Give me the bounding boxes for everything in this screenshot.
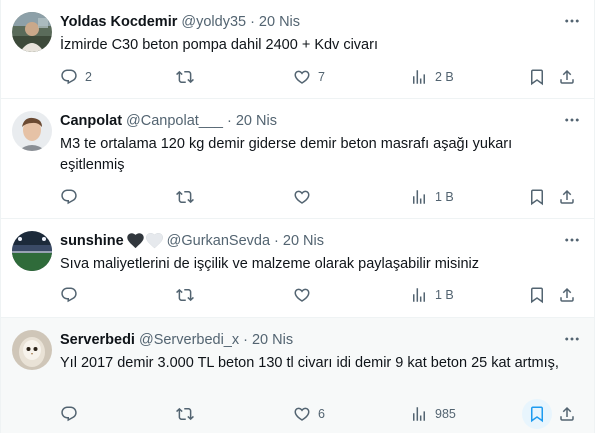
separator-dot: · — [250, 14, 255, 30]
share-icon — [557, 67, 577, 87]
views-icon — [409, 285, 429, 305]
views-button[interactable]: 1 B — [409, 283, 454, 307]
view-count: 985 — [435, 407, 456, 421]
reply-button[interactable] — [59, 185, 85, 209]
like-button[interactable] — [292, 283, 318, 307]
white-heart-icon — [145, 233, 163, 249]
user-handle[interactable]: @Serverbedi_x — [139, 330, 239, 350]
share-icon — [557, 187, 577, 207]
bookmark-icon — [527, 285, 547, 305]
tweet-text: Yıl 2017 demir 3.000 TL beton 130 tl civ… — [60, 355, 559, 371]
like-button[interactable] — [292, 185, 318, 209]
reply-button[interactable] — [59, 283, 85, 307]
like-button[interactable]: 7 — [292, 65, 325, 89]
avatar[interactable] — [12, 111, 52, 151]
tweet-yoldas[interactable]: Yoldas Kocdemir @yoldy35 · 20 Nis İzmird… — [1, 0, 595, 99]
display-name[interactable]: Serverbedi — [60, 330, 135, 350]
display-name[interactable]: Canpolat — [60, 111, 122, 131]
view-count: 2 B — [435, 70, 454, 84]
more-options-icon[interactable] — [561, 229, 583, 251]
user-handle[interactable]: @yoldy35 — [181, 12, 246, 32]
tweet-text: M3 te ortalama 120 kg demir giderse demi… — [60, 136, 513, 173]
black-heart-icon — [126, 233, 144, 249]
views-button[interactable]: 2 B — [409, 65, 454, 89]
tweet-header: Serverbedi @Serverbedi_x · 20 Nis — [60, 330, 293, 350]
share-icon — [557, 404, 577, 424]
share-button[interactable] — [557, 402, 577, 426]
retweet-icon — [175, 404, 195, 424]
timestamp[interactable]: 20 Nis — [236, 111, 277, 131]
timestamp[interactable]: 20 Nis — [252, 330, 293, 350]
reply-icon — [59, 187, 79, 207]
reply-button[interactable] — [59, 402, 85, 426]
action-bar: 1 B — [1, 185, 595, 209]
views-icon — [409, 67, 429, 87]
tweet-header: Canpolat @Canpolat___ · 20 Nis — [60, 111, 277, 131]
retweet-button[interactable] — [175, 185, 201, 209]
bookmark-button[interactable] — [527, 185, 547, 209]
avatar[interactable] — [12, 12, 52, 52]
retweet-button[interactable] — [175, 283, 201, 307]
separator-dot: · — [227, 113, 232, 129]
bookmark-button[interactable] — [522, 399, 552, 429]
heart-icon — [292, 404, 312, 424]
share-button[interactable] — [557, 283, 577, 307]
like-button[interactable]: 6 — [292, 402, 325, 426]
tweet-text: İzmirde C30 beton pompa dahil 2400 + Kdv… — [60, 37, 378, 53]
share-button[interactable] — [557, 185, 577, 209]
action-bar: 2 7 2 B — [1, 65, 595, 89]
bookmark-icon — [527, 187, 547, 207]
bookmark-button[interactable] — [527, 283, 547, 307]
reply-icon — [59, 285, 79, 305]
reply-count: 2 — [85, 70, 92, 84]
retweet-button[interactable] — [175, 65, 201, 89]
more-options-icon[interactable] — [561, 328, 583, 350]
more-options-icon[interactable] — [561, 10, 583, 32]
timestamp[interactable]: 20 Nis — [259, 12, 300, 32]
share-button[interactable] — [557, 65, 577, 89]
tweet-header: sunshine @GurkanSevda · 20 Nis — [60, 231, 324, 251]
user-handle[interactable]: @Canpolat___ — [126, 111, 223, 131]
name-emoji — [126, 233, 163, 249]
retweet-button[interactable] — [175, 402, 201, 426]
retweet-icon — [175, 67, 195, 87]
display-name[interactable]: sunshine — [60, 231, 124, 251]
avatar[interactable] — [12, 330, 52, 370]
display-name[interactable]: Yoldas Kocdemir — [60, 12, 177, 32]
reply-icon — [59, 67, 79, 87]
bookmark-icon — [522, 399, 552, 429]
tweet-sunshine[interactable]: sunshine @GurkanSevda · 20 Nis Sıva mali… — [1, 219, 595, 318]
separator-dot: · — [274, 233, 279, 249]
retweet-icon — [175, 285, 195, 305]
views-icon — [409, 404, 429, 424]
views-icon — [409, 187, 429, 207]
action-bar: 6 985 — [1, 399, 595, 429]
tweet-canpolat[interactable]: Canpolat @Canpolat___ · 20 Nis M3 te ort… — [1, 99, 595, 219]
views-button[interactable]: 1 B — [409, 185, 454, 209]
share-icon — [557, 285, 577, 305]
retweet-icon — [175, 187, 195, 207]
timeline: Yoldas Kocdemir @yoldy35 · 20 Nis İzmird… — [0, 0, 595, 433]
bookmark-button[interactable] — [527, 65, 547, 89]
bookmark-icon — [527, 67, 547, 87]
timestamp[interactable]: 20 Nis — [283, 231, 324, 251]
heart-icon — [292, 67, 312, 87]
view-count: 1 B — [435, 288, 454, 302]
avatar[interactable] — [12, 231, 52, 271]
views-button[interactable]: 985 — [409, 402, 456, 426]
tweet-header: Yoldas Kocdemir @yoldy35 · 20 Nis — [60, 12, 300, 32]
view-count: 1 B — [435, 190, 454, 204]
tweet-text: Sıva maliyetlerini de işçilik ve malzeme… — [60, 256, 480, 272]
user-handle[interactable]: @GurkanSevda — [167, 231, 270, 251]
heart-icon — [292, 285, 312, 305]
more-options-icon[interactable] — [561, 109, 583, 131]
heart-icon — [292, 187, 312, 207]
reply-icon — [59, 404, 79, 424]
action-bar: 1 B — [1, 283, 595, 307]
like-count: 6 — [318, 407, 325, 421]
reply-button[interactable]: 2 — [59, 65, 92, 89]
tweet-serverbedi[interactable]: Serverbedi @Serverbedi_x · 20 Nis Yıl 20… — [1, 318, 595, 433]
like-count: 7 — [318, 70, 325, 84]
separator-dot: · — [243, 332, 248, 348]
